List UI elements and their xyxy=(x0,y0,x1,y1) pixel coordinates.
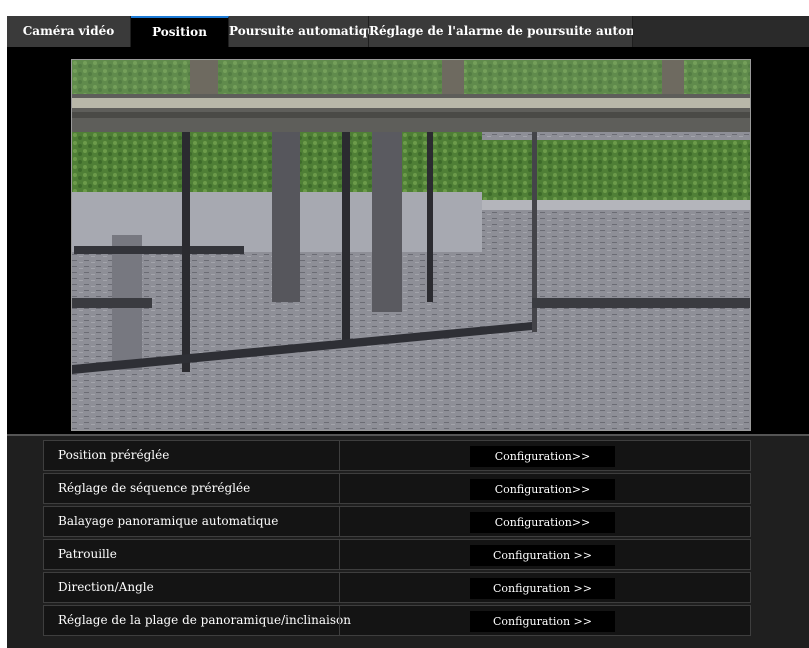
preset-position-config-button[interactable]: Configuration>> xyxy=(470,446,615,467)
row-preset-sequence: Réglage de séquence préréglée Configurat… xyxy=(43,473,751,504)
auto-pan-config-button[interactable]: Configuration>> xyxy=(470,512,615,533)
tab-auto-tracking[interactable]: Poursuite automatique xyxy=(229,16,384,47)
row-label: Patrouille xyxy=(58,547,117,561)
patrol-config-button[interactable]: Configuration >> xyxy=(470,545,615,566)
row-label: Position préréglée xyxy=(58,448,170,462)
row-auto-pan: Balayage panoramique automatique Configu… xyxy=(43,506,751,537)
camera-live-image[interactable] xyxy=(71,59,751,431)
row-label: Réglage de séquence préréglée xyxy=(58,481,251,495)
tab-camera-video[interactable]: Caméra vidéo xyxy=(7,16,131,47)
row-label: Balayage panoramique automatique xyxy=(58,514,279,528)
camera-scene xyxy=(72,60,750,430)
live-view-area xyxy=(7,47,809,435)
row-label: Réglage de la plage de panoramique/incli… xyxy=(58,613,351,627)
direction-angle-config-button[interactable]: Configuration >> xyxy=(470,578,615,599)
row-label: Direction/Angle xyxy=(58,580,154,594)
row-preset-position: Position préréglée Configuration>> xyxy=(43,440,751,471)
tab-bar: Caméra vidéo Position Poursuite automati… xyxy=(7,16,809,47)
tab-position[interactable]: Position xyxy=(131,16,229,47)
tab-auto-tracking-alarm[interactable]: Réglage de l'alarme de poursuite automat… xyxy=(369,16,681,47)
settings-panel: Caméra vidéo Position Poursuite automati… xyxy=(7,16,809,648)
row-patrol: Patrouille Configuration >> xyxy=(43,539,751,570)
pan-tilt-range-config-button[interactable]: Configuration >> xyxy=(470,611,615,632)
row-pan-tilt-range: Réglage de la plage de panoramique/incli… xyxy=(43,605,751,636)
position-settings-list: Position préréglée Configuration>> Régla… xyxy=(43,440,751,638)
preset-sequence-config-button[interactable]: Configuration>> xyxy=(470,479,615,500)
row-direction-angle: Direction/Angle Configuration >> xyxy=(43,572,751,603)
